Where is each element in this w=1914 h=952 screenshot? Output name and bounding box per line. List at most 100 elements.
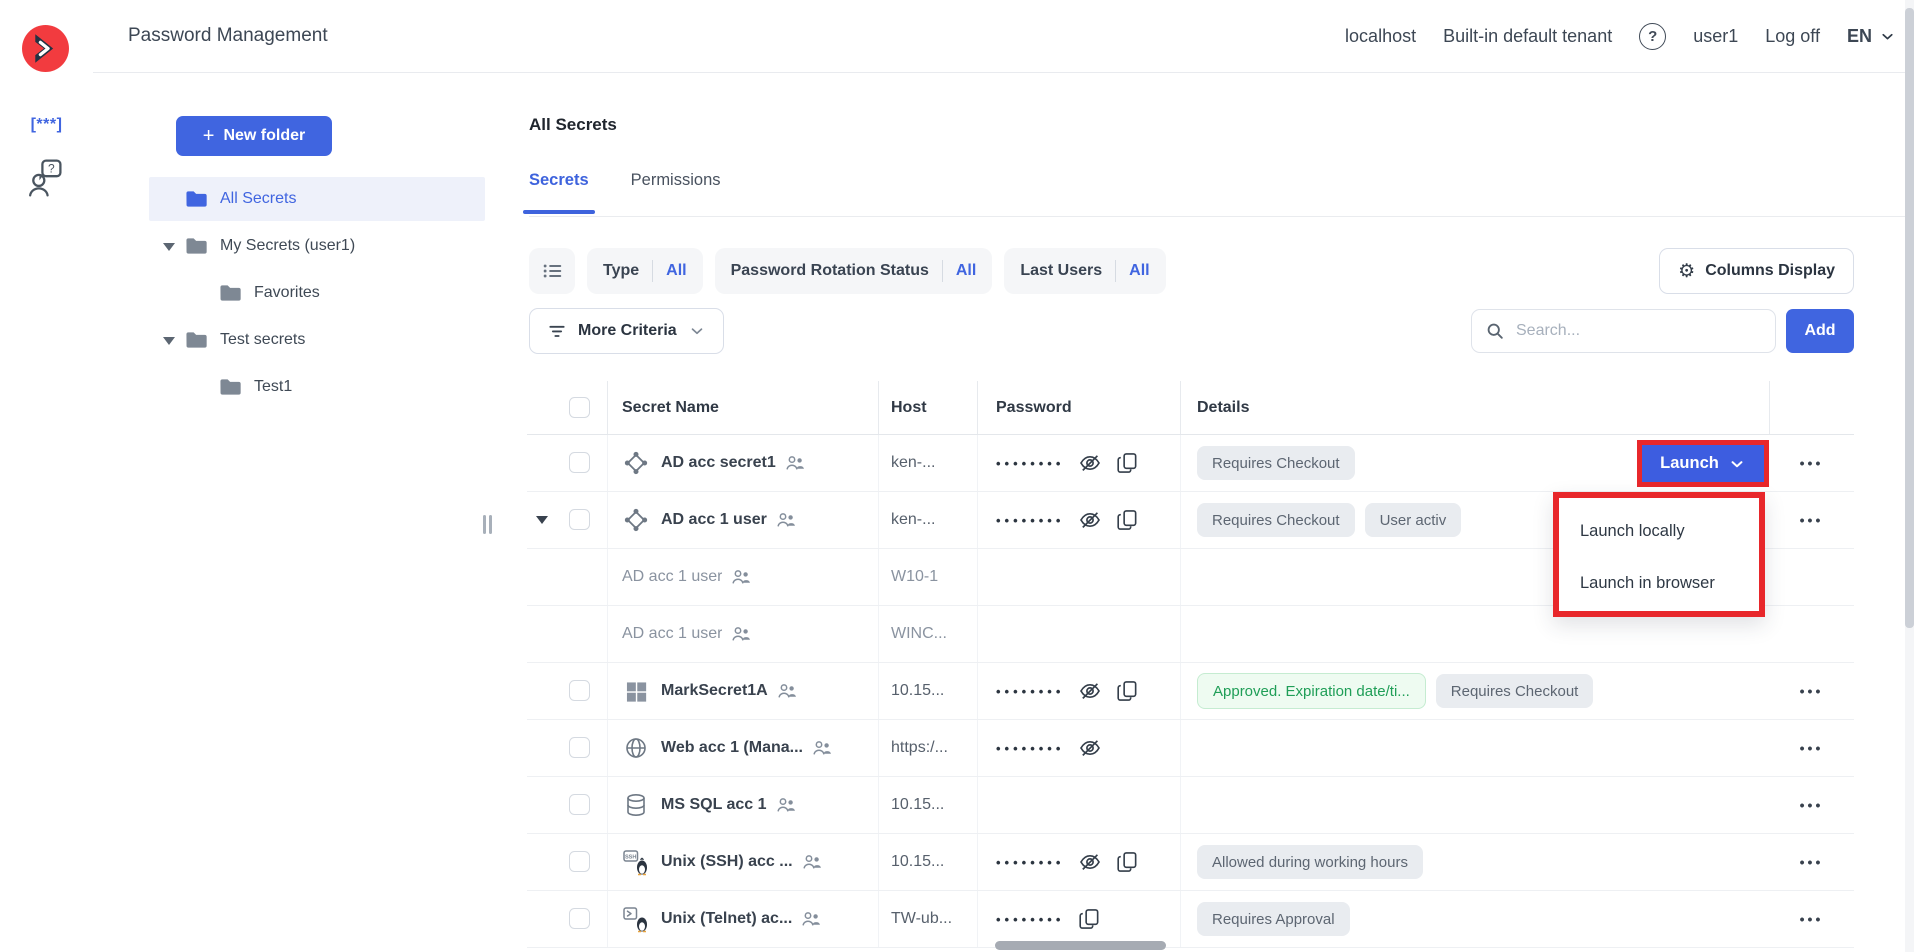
sidebar-folder-test-secrets[interactable]: Test secrets — [149, 318, 485, 362]
add-button[interactable]: Add — [1786, 309, 1854, 353]
more-criteria-button[interactable]: More Criteria — [529, 308, 724, 354]
horizontal-scrollbar-thumb[interactable] — [995, 941, 1166, 950]
column-header-details[interactable]: Details — [1180, 381, 1769, 434]
logoff-link[interactable]: Log off — [1765, 26, 1820, 47]
filter-chip-password-rotation-status[interactable]: Password Rotation StatusAll — [715, 248, 993, 294]
sidebar-folder-my-secrets-user1[interactable]: My Secrets (user1) — [149, 224, 485, 268]
columns-display-button[interactable]: ⚙ Columns Display — [1659, 248, 1854, 294]
new-folder-label: New folder — [223, 127, 305, 145]
panel-resize-handle[interactable] — [483, 515, 492, 534]
row-checkbox[interactable] — [569, 452, 590, 473]
row-checkbox[interactable] — [569, 737, 590, 758]
current-user-label[interactable]: user1 — [1693, 26, 1738, 47]
secret-name-cell: MarkSecret1A — [607, 663, 878, 719]
secret-name[interactable]: AD acc 1 user — [661, 511, 767, 529]
users-icon — [812, 740, 832, 756]
expand-caret-icon[interactable] — [536, 516, 548, 524]
secret-name[interactable]: MS SQL acc 1 — [661, 796, 767, 814]
row-menu-button[interactable]: ••• — [1800, 684, 1824, 698]
column-header-password[interactable]: Password — [977, 381, 1180, 434]
caret-down-icon[interactable] — [162, 336, 176, 345]
host-cell: W10-1 — [878, 549, 977, 605]
caret-down-icon[interactable] — [162, 242, 176, 251]
secret-name-cell: AD acc 1 user — [607, 492, 878, 548]
eye-off-icon[interactable] — [1078, 736, 1102, 760]
secret-name[interactable]: MarkSecret1A — [661, 682, 768, 700]
folder-icon — [185, 236, 208, 256]
row-actions-cell: ••• — [1769, 663, 1854, 719]
password-mask: •••••••• — [996, 685, 1064, 698]
copy-icon[interactable] — [1116, 451, 1139, 475]
sidebar-folder-favorites[interactable]: Favorites — [149, 271, 485, 315]
folder-label: Test1 — [254, 378, 292, 396]
details-badge: User activ — [1365, 503, 1462, 537]
row-checkbox[interactable] — [569, 794, 590, 815]
copy-icon[interactable] — [1116, 508, 1139, 532]
eye-off-icon[interactable] — [1078, 679, 1102, 703]
filter-chip-type[interactable]: TypeAll — [587, 248, 703, 294]
row-checkbox[interactable] — [569, 509, 590, 530]
secret-name[interactable]: Unix (SSH) acc ... — [661, 853, 793, 871]
copy-icon[interactable] — [1078, 907, 1101, 931]
row-checkbox[interactable] — [569, 680, 590, 701]
row-menu-button[interactable]: ••• — [1800, 513, 1824, 527]
secret-name[interactable]: Unix (Telnet) ac... — [661, 910, 792, 928]
tenant-label[interactable]: Built-in default tenant — [1443, 26, 1612, 47]
row-menu-button[interactable]: ••• — [1800, 741, 1824, 755]
user-help-icon[interactable]: ? — [28, 158, 64, 198]
search-icon — [1485, 321, 1505, 341]
chip-divider — [942, 260, 943, 282]
launch-menu-item-launch-locally[interactable]: Launch locally — [1559, 505, 1759, 557]
row-menu-button[interactable]: ••• — [1800, 798, 1824, 812]
filter-chip-last-users[interactable]: Last UsersAll — [1004, 248, 1165, 294]
new-folder-button[interactable]: + New folder — [176, 116, 332, 156]
main-content: All Secrets Secrets Permissions TypeAllP… — [497, 73, 1914, 952]
row-checkbox[interactable] — [569, 908, 590, 929]
list-view-button[interactable] — [529, 248, 575, 294]
password-cell: •••••••• — [977, 720, 1180, 776]
column-header-secret-name[interactable]: Secret Name — [607, 381, 878, 434]
tab-secrets[interactable]: Secrets — [529, 171, 589, 214]
ad-icon — [622, 506, 650, 534]
tab-permissions[interactable]: Permissions — [631, 171, 721, 214]
password-mask: •••••••• — [996, 856, 1064, 869]
copy-icon[interactable] — [1116, 679, 1139, 703]
more-criteria-label: More Criteria — [578, 322, 677, 340]
secret-name[interactable]: Web acc 1 (Mana... — [661, 739, 803, 757]
eye-off-icon[interactable] — [1078, 850, 1102, 874]
row-menu-button[interactable]: ••• — [1800, 855, 1824, 869]
secret-name[interactable]: AD acc secret1 — [661, 454, 776, 472]
search-input[interactable] — [1514, 321, 1762, 341]
password-cell: •••••••• — [977, 834, 1180, 890]
vault-nav-icon[interactable]: [***] — [0, 116, 93, 134]
columns-display-label: Columns Display — [1705, 262, 1835, 280]
column-header-host[interactable]: Host — [878, 381, 977, 434]
row-checkbox[interactable] — [569, 851, 590, 872]
table-row: MarkSecret1A10.15...••••••••Approved. Ex… — [527, 663, 1854, 720]
help-icon[interactable]: ? — [1639, 23, 1666, 50]
launch-button[interactable]: Launch — [1637, 440, 1769, 487]
copy-icon[interactable] — [1116, 850, 1139, 874]
details-cell: Allowed during working hours — [1180, 834, 1769, 890]
chevron-down-icon — [1728, 455, 1746, 473]
eye-off-icon[interactable] — [1078, 451, 1102, 475]
plus-icon: + — [203, 126, 215, 146]
row-menu-button[interactable]: ••• — [1800, 456, 1824, 470]
password-cell: •••••••• — [977, 891, 1180, 947]
language-label: EN — [1847, 26, 1872, 47]
eye-off-icon[interactable] — [1078, 508, 1102, 532]
launch-menu-item-launch-in-browser[interactable]: Launch in browser — [1559, 557, 1759, 609]
row-actions-cell — [1769, 606, 1854, 662]
language-selector[interactable]: EN — [1847, 26, 1896, 47]
sidebar-folder-test1[interactable]: Test1 — [149, 365, 485, 409]
filter-label: Last Users — [1020, 262, 1102, 280]
select-all-checkbox[interactable] — [569, 397, 590, 418]
vertical-scrollbar-thumb[interactable] — [1905, 8, 1914, 628]
row-select-cell — [527, 834, 607, 890]
list-icon — [541, 260, 563, 282]
row-menu-button[interactable]: ••• — [1800, 912, 1824, 926]
secret-name[interactable]: AD acc 1 user — [622, 568, 722, 586]
secret-name[interactable]: AD acc 1 user — [622, 625, 722, 643]
host-cell: ken-... — [878, 435, 977, 491]
sidebar-folder-all-secrets[interactable]: All Secrets — [149, 177, 485, 221]
